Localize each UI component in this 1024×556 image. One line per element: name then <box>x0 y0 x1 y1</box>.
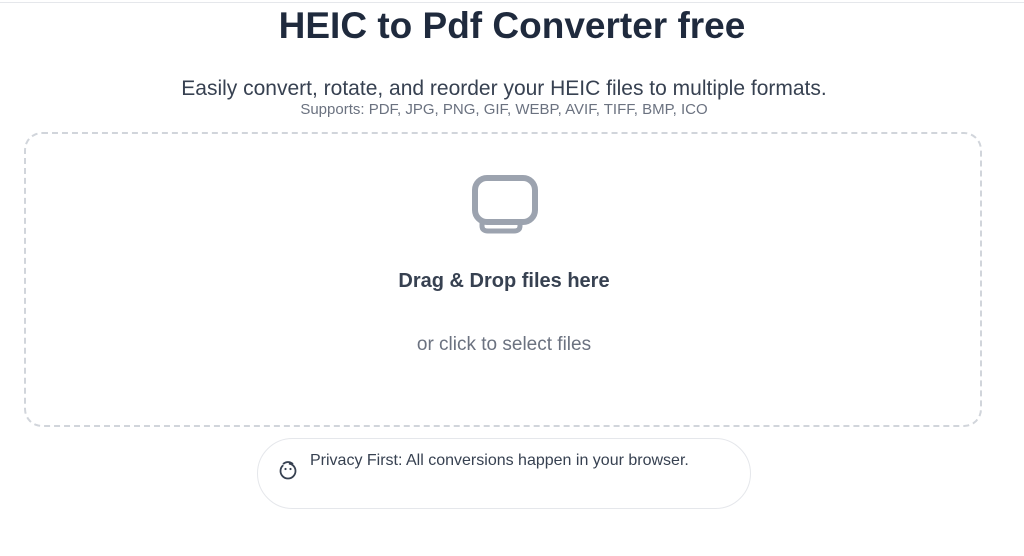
shield-icon <box>279 461 297 480</box>
select-files-link[interactable]: or click to select files <box>0 333 1008 357</box>
converter-page: HEIC to Pdf Converter free Easily conver… <box>0 0 1024 556</box>
page-title: HEIC to Pdf Converter free <box>278 5 746 46</box>
monitor-upload-icon <box>472 175 538 234</box>
dropzone-title: Drag & Drop files here <box>398 270 610 292</box>
privacy-text: Privacy First: All conversions happen in… <box>310 452 689 469</box>
privacy-notice <box>257 438 751 509</box>
supported-formats: Supports: PDF, JPG, PNG, GIF, WEBP, AVIF… <box>300 101 708 118</box>
page-subtitle: Easily convert, rotate, and reorder your… <box>181 77 827 100</box>
